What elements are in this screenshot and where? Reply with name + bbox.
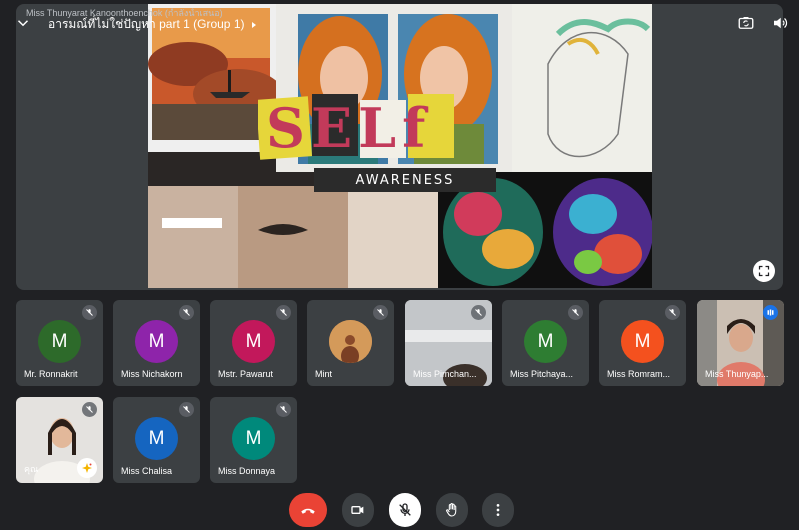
mic-off-icon	[373, 305, 388, 320]
slide-subtitle: AWARENESS	[314, 168, 496, 192]
top-bar: Miss Thunyarat Kanoonthoenchok (กำลังนำเ…	[0, 0, 799, 46]
mic-off-icon	[399, 503, 411, 516]
slide-title: SELf	[266, 96, 432, 160]
microphone-button[interactable]	[389, 493, 421, 527]
mic-off-icon	[276, 305, 291, 320]
fullscreen-button[interactable]	[753, 260, 775, 282]
participant-video-tile[interactable]: Miss Thunyap...	[697, 300, 784, 386]
shared-screen: SELf AWARENESS	[148, 4, 652, 288]
participant-tile[interactable]: M Miss Donnaya	[210, 397, 297, 483]
participant-tile[interactable]: M Miss Nichakorn	[113, 300, 200, 386]
avatar: M	[38, 320, 81, 363]
more-options-button[interactable]	[482, 493, 514, 527]
participant-name: Mstr. Pawarut	[218, 369, 274, 379]
mic-off-icon	[179, 402, 194, 417]
mic-off-icon	[82, 402, 97, 417]
mic-off-icon	[179, 305, 194, 320]
participant-name: Miss Donnaya	[218, 466, 276, 476]
caret-right-icon	[251, 21, 256, 28]
mic-off-icon	[471, 305, 486, 320]
participant-tile[interactable]: M Miss Chalisa	[113, 397, 200, 483]
camera-icon	[351, 506, 364, 514]
end-call-button[interactable]	[289, 493, 327, 527]
fullscreen-icon	[758, 265, 770, 277]
participant-tile[interactable]: M Miss Pitchaya...	[502, 300, 589, 386]
avatar: M	[524, 320, 567, 363]
participant-name: Miss Pimchan...	[413, 369, 477, 379]
participant-name: Miss Nichakorn	[121, 369, 183, 379]
visual-effects-button[interactable]	[77, 458, 97, 478]
participant-name: Miss Pitchaya...	[510, 369, 574, 379]
raise-hand-button[interactable]	[436, 493, 468, 527]
hand-icon	[446, 503, 457, 517]
avatar: M	[621, 320, 664, 363]
participant-name: Mint	[315, 369, 333, 379]
end-call-icon	[301, 508, 315, 514]
participant-tile[interactable]: Mint	[307, 300, 394, 386]
sparkle-icon	[82, 463, 92, 473]
participant-tile[interactable]: M Mstr. Pawarut	[210, 300, 297, 386]
participant-name: Mr. Ronnakrit	[24, 369, 78, 379]
presentation-stage: SELf AWARENESS	[16, 4, 783, 290]
participant-name: Miss Chalisa	[121, 466, 173, 476]
participant-name: คุณ	[24, 464, 39, 474]
participant-name: Miss Thunyap...	[705, 369, 769, 379]
avatar: M	[232, 417, 275, 460]
mic-off-icon	[568, 305, 583, 320]
switch-camera-icon[interactable]	[737, 14, 755, 32]
avatar: M	[135, 417, 178, 460]
avatar: M	[232, 320, 275, 363]
call-controls	[0, 493, 799, 527]
avatar: M	[135, 320, 178, 363]
speaking-indicator-icon	[763, 305, 778, 320]
meeting-title: อารมณ์ที่ไม่ใช่ปัญหา part 1 (Group 1)	[48, 17, 245, 31]
participant-tile[interactable]: M Miss Romram...	[599, 300, 686, 386]
self-video-tile[interactable]: คุณ	[16, 397, 103, 483]
meeting-title-button[interactable]: อารมณ์ที่ไม่ใช่ปัญหา part 1 (Group 1)	[48, 15, 259, 34]
mic-off-icon	[82, 305, 97, 320]
camera-button[interactable]	[342, 493, 374, 527]
chevron-down-icon[interactable]	[14, 14, 32, 32]
more-vert-icon	[496, 504, 500, 516]
mic-off-icon	[665, 305, 680, 320]
participant-name: Miss Romram...	[607, 369, 670, 379]
participant-video-tile[interactable]: Miss Pimchan...	[405, 300, 492, 386]
participant-tile[interactable]: M Mr. Ronnakrit	[16, 300, 103, 386]
speaker-icon[interactable]	[771, 14, 789, 32]
mic-off-icon	[276, 402, 291, 417]
avatar-photo	[329, 320, 372, 363]
